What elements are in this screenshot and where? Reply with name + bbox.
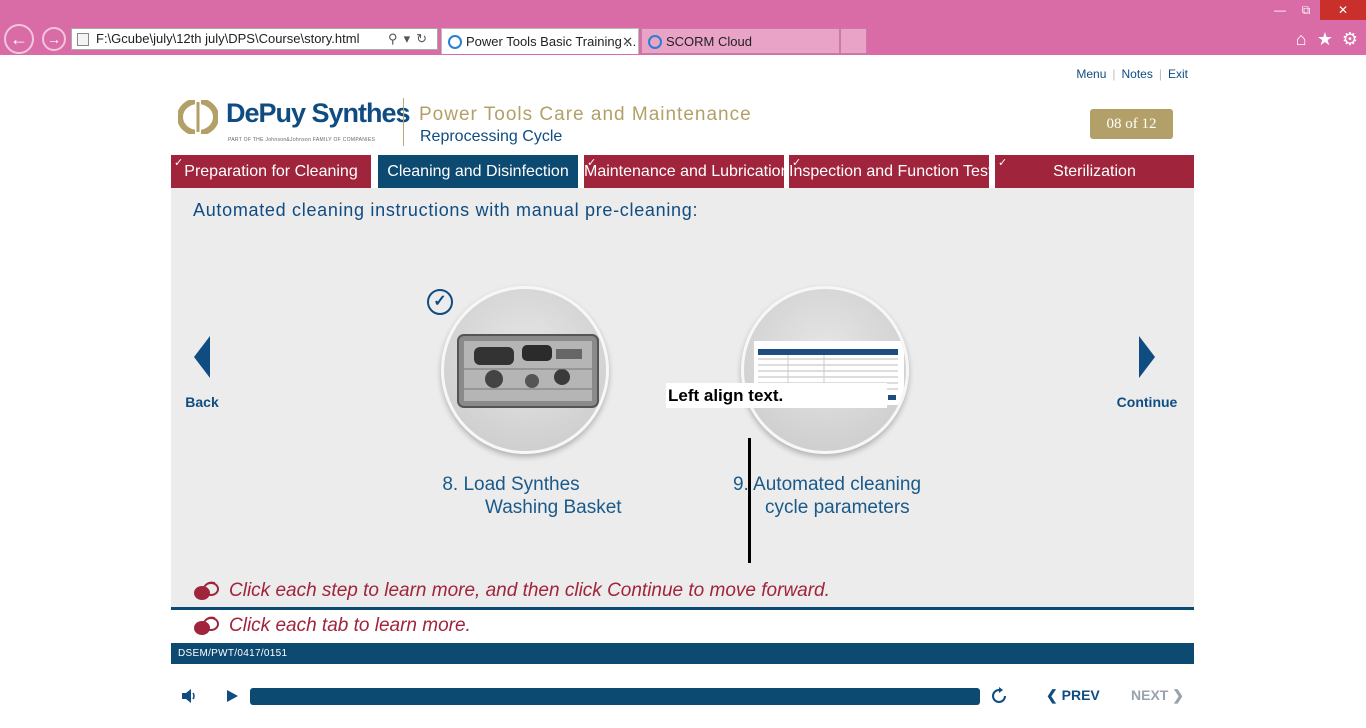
browser-chrome: ← → F:\Gcube\july\12th july\DPS\Course\s… (0, 0, 1366, 55)
mouse-icon (194, 616, 219, 635)
course-title: Power Tools Care and Maintenance (419, 104, 752, 125)
tab-sterilization[interactable]: ✓ Sterilization (995, 155, 1194, 188)
washing-basket-image (457, 334, 599, 408)
back-arrow-icon[interactable]: ← (4, 24, 34, 54)
address-text: F:\Gcube\july\12th july\DPS\Course\story… (96, 31, 360, 46)
step-8-label[interactable]: 8. Load Synthes Washing Basket (441, 473, 622, 519)
step-8-button[interactable] (441, 286, 609, 454)
instruction-steps: Click each step to learn more, and then … (193, 580, 830, 602)
footer-code-bar: DSEM/PWT/0417/0151 (171, 643, 1194, 664)
continue-label: Continue (1116, 394, 1178, 410)
cycle-parameters-table-image (754, 341, 904, 405)
tab-label: Sterilization (1053, 163, 1136, 180)
address-bar[interactable]: F:\Gcube\july\12th july\DPS\Course\story… (71, 28, 438, 50)
tab-cleaning-and-disinfection[interactable]: Cleaning and Disinfection (378, 155, 578, 188)
slide-counter: 08 of 12 (1090, 109, 1173, 139)
browser-tab-label: Power Tools Basic Training ... (466, 34, 637, 49)
notes-link[interactable]: Notes (1122, 67, 1153, 81)
top-links: Menu | Notes | Exit (1076, 67, 1188, 81)
restore-icon[interactable]: ⧉ (1294, 0, 1318, 20)
tab-inspection-and-function-test[interactable]: ✓ Inspection and Function Test (789, 155, 989, 188)
instruction-divider (171, 607, 1194, 610)
minimize-icon[interactable]: — (1268, 0, 1292, 20)
annotation-tooltip: Left align text. (666, 383, 887, 408)
check-icon: ✓ (998, 157, 1008, 169)
replay-icon[interactable] (990, 687, 1008, 705)
close-window-icon[interactable]: ✕ (1320, 0, 1366, 20)
prev-label: PREV (1061, 687, 1100, 703)
home-icon[interactable]: ⌂ (1290, 28, 1312, 50)
logo-mark-icon (178, 100, 218, 134)
prev-button[interactable]: ❮ PREV (1046, 687, 1100, 704)
favorites-star-icon[interactable]: ★ (1314, 28, 1336, 50)
tab-label: Preparation for Cleaning (184, 163, 358, 180)
step-9-button[interactable] (741, 286, 909, 454)
slide-headline: Automated cleaning instructions with man… (193, 200, 699, 220)
menu-link[interactable]: Menu (1076, 67, 1106, 81)
depuy-synthes-logo: DePuy Synthes PART OF THE Johnson&Johnso… (178, 98, 411, 148)
browser-tab-active[interactable]: Power Tools Basic Training ... ✕ (441, 28, 639, 54)
scorm-icon (648, 35, 662, 49)
new-tab-button[interactable] (840, 28, 867, 54)
check-icon: ✓ (174, 157, 184, 169)
step-9-line2: cycle parameters (765, 497, 910, 518)
ie-icon (448, 35, 462, 49)
close-tab-icon[interactable]: ✕ (622, 29, 633, 54)
step-9-label[interactable]: 9. Automated cleaning cycle parameters (727, 473, 927, 519)
tab-label: Maintenance and Lubrication (584, 163, 784, 180)
step-8-line1: 8. Load Synthes (442, 474, 580, 495)
logo-wordmark: DePuy Synthes (226, 98, 411, 128)
chevron-left-icon: ❮ (1046, 687, 1062, 703)
browser-tab-label: SCORM Cloud (666, 34, 752, 49)
back-label: Back (185, 394, 219, 410)
tab-preparation-for-cleaning[interactable]: ✓ Preparation for Cleaning (171, 155, 371, 188)
back-button[interactable]: Back (172, 336, 232, 416)
step-8-line2: Washing Basket (485, 497, 622, 518)
check-icon: ✓ (792, 157, 802, 169)
footer-code: DSEM/PWT/0417/0151 (178, 648, 288, 659)
seek-progress-bar[interactable] (250, 688, 980, 705)
next-button[interactable]: NEXT ❯ (1131, 687, 1184, 704)
settings-gear-icon[interactable]: ⚙ (1339, 28, 1361, 50)
tab-maintenance-and-lubrication[interactable]: ✓ Maintenance and Lubrication (584, 155, 784, 188)
exit-link[interactable]: Exit (1168, 67, 1188, 81)
volume-icon[interactable] (180, 688, 198, 704)
instruction-tabs: Click each tab to learn more. (193, 615, 471, 637)
browser-tab-scorm[interactable]: SCORM Cloud (641, 28, 840, 54)
step-9-line1: 9. Automated cleaning (732, 474, 922, 495)
page-icon (77, 33, 89, 46)
course-subtitle: Reprocessing Cycle (420, 128, 563, 145)
chevron-right-icon: ❯ (1168, 687, 1184, 703)
right-arrow-icon (1139, 336, 1155, 378)
play-icon[interactable] (225, 689, 239, 703)
left-arrow-icon (194, 336, 210, 378)
mouse-icon (194, 581, 219, 600)
continue-button[interactable]: Continue (1116, 336, 1178, 416)
instruction-text-1: Click each step to learn more, and then … (229, 580, 830, 601)
annotation-line (748, 438, 751, 563)
tab-label: Inspection and Function Test (789, 163, 989, 180)
instruction-text-2: Click each tab to learn more. (229, 615, 471, 636)
search-refresh-icons[interactable]: ⚲▾↻ (388, 29, 433, 49)
completed-check-icon: ✓ (427, 289, 453, 315)
tab-label: Cleaning and Disinfection (387, 163, 569, 180)
forward-arrow-icon[interactable]: → (42, 27, 66, 51)
next-label: NEXT (1131, 687, 1169, 703)
logo-tagline: PART OF THE Johnson&Johnson FAMILY OF CO… (228, 137, 376, 143)
check-icon: ✓ (587, 157, 597, 169)
header-divider (403, 98, 404, 146)
